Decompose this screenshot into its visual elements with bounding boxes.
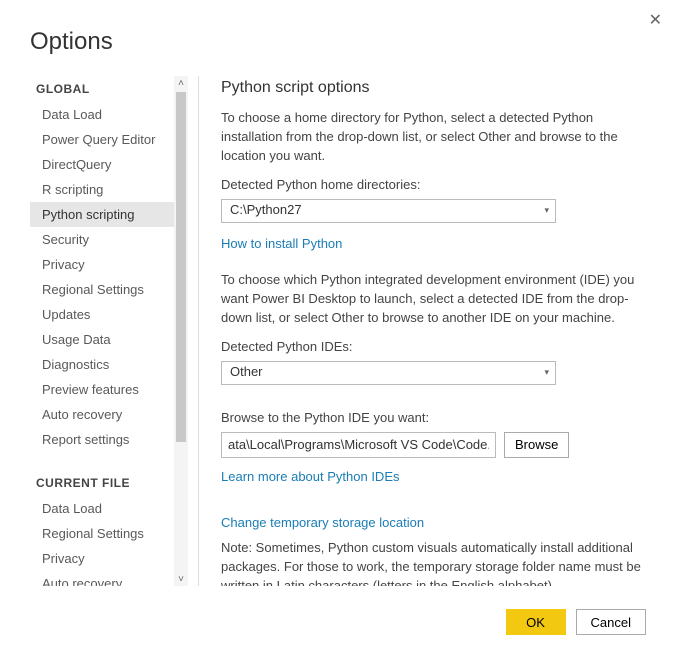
sidebar-item-cf-auto-recovery[interactable]: Auto recovery (30, 571, 174, 586)
content-heading: Python script options (221, 76, 646, 99)
section-header-current-file: CURRENT FILE (30, 470, 174, 496)
section-header-global: GLOBAL (30, 76, 174, 102)
ide-select[interactable]: Other ▾ (221, 361, 556, 385)
sidebar-item-power-query-editor[interactable]: Power Query Editor (30, 127, 174, 152)
storage-note: Note: Sometimes, Python custom visuals a… (221, 539, 646, 586)
sidebar-item-python-scripting[interactable]: Python scripting (30, 202, 174, 227)
learn-ide-link[interactable]: Learn more about Python IDEs (221, 468, 400, 487)
home-dir-value: C:\Python27 (230, 201, 302, 220)
vertical-divider (198, 76, 199, 586)
sidebar-item-regional-settings[interactable]: Regional Settings (30, 277, 174, 302)
scroll-up-icon[interactable]: ˄ (174, 76, 188, 90)
install-python-link[interactable]: How to install Python (221, 235, 342, 254)
dialog-title: Options (0, 0, 676, 56)
ide-value: Other (230, 363, 263, 382)
ide-path-input[interactable] (221, 432, 496, 458)
sidebar-item-preview-features[interactable]: Preview features (30, 377, 174, 402)
dialog-footer: OK Cancel (506, 609, 646, 635)
chevron-down-icon: ▾ (544, 204, 549, 217)
content-pane: Python script options To choose a home d… (221, 76, 646, 586)
sidebar-item-cf-data-load[interactable]: Data Load (30, 496, 174, 521)
sidebar-item-cf-privacy[interactable]: Privacy (30, 546, 174, 571)
home-dir-select[interactable]: C:\Python27 ▾ (221, 199, 556, 223)
scroll-thumb[interactable] (176, 92, 186, 442)
scroll-down-icon[interactable]: ˅ (174, 572, 188, 586)
storage-location-link[interactable]: Change temporary storage location (221, 514, 424, 533)
browse-button[interactable]: Browse (504, 432, 569, 458)
sidebar-item-directquery[interactable]: DirectQuery (30, 152, 174, 177)
home-dir-label: Detected Python home directories: (221, 176, 646, 195)
ide-label: Detected Python IDEs: (221, 338, 646, 357)
sidebar-item-data-load[interactable]: Data Load (30, 102, 174, 127)
sidebar-item-updates[interactable]: Updates (30, 302, 174, 327)
sidebar-scrollbar[interactable]: ˄ ˅ (174, 76, 188, 586)
ide-description: To choose which Python integrated develo… (221, 271, 646, 328)
sidebar-item-privacy[interactable]: Privacy (30, 252, 174, 277)
sidebar-item-diagnostics[interactable]: Diagnostics (30, 352, 174, 377)
close-icon[interactable]: ✕ (649, 10, 662, 30)
sidebar-item-report-settings[interactable]: Report settings (30, 427, 174, 452)
sidebar: GLOBAL Data Load Power Query Editor Dire… (30, 76, 188, 586)
sidebar-item-security[interactable]: Security (30, 227, 174, 252)
home-description: To choose a home directory for Python, s… (221, 109, 646, 166)
chevron-down-icon: ▾ (544, 366, 549, 379)
browse-label: Browse to the Python IDE you want: (221, 409, 646, 428)
sidebar-item-auto-recovery[interactable]: Auto recovery (30, 402, 174, 427)
sidebar-item-usage-data[interactable]: Usage Data (30, 327, 174, 352)
sidebar-item-cf-regional-settings[interactable]: Regional Settings (30, 521, 174, 546)
cancel-button[interactable]: Cancel (576, 609, 646, 635)
sidebar-item-r-scripting[interactable]: R scripting (30, 177, 174, 202)
ok-button[interactable]: OK (506, 609, 566, 635)
